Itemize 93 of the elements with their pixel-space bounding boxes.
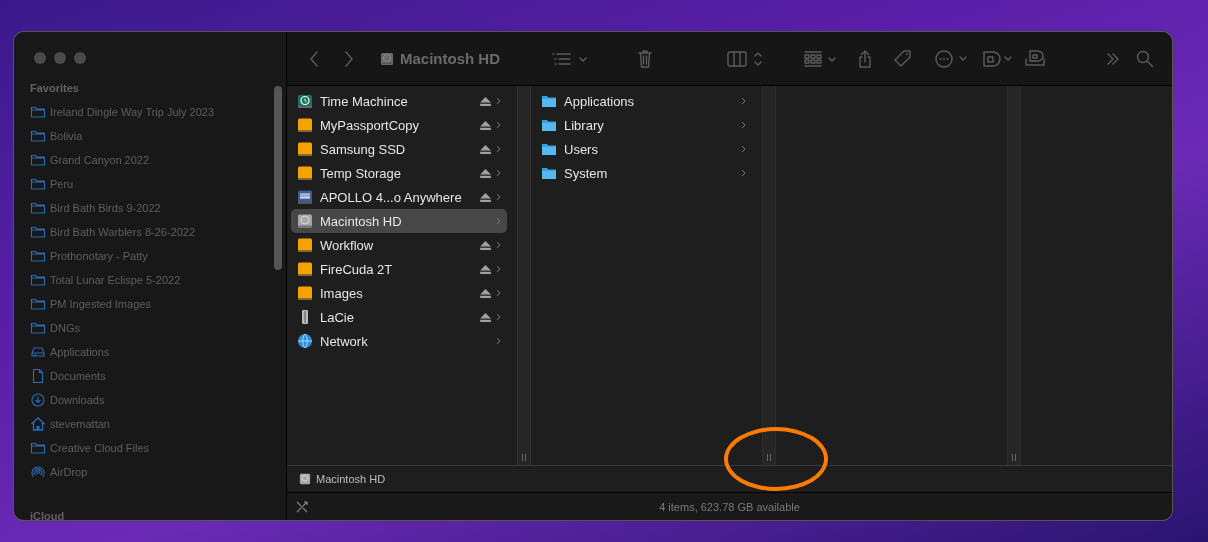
column-item[interactable]: Time Machince — [291, 89, 507, 113]
column-item[interactable]: Samsung SSD — [291, 137, 507, 161]
path-item[interactable]: Macintosh HD — [299, 473, 386, 485]
column-item[interactable]: Users — [535, 137, 752, 161]
column-item[interactable]: LaCie — [291, 305, 507, 329]
column-resize-handle[interactable] — [517, 86, 531, 465]
search-icon[interactable] — [1136, 49, 1154, 68]
label-icon[interactable] — [982, 48, 1012, 69]
column-item[interactable]: Applications — [535, 89, 752, 113]
clock-drive-icon — [297, 93, 313, 109]
eject-icon[interactable] — [480, 96, 491, 106]
chevron-icon — [496, 241, 501, 249]
share-icon[interactable] — [857, 48, 873, 69]
sidebar-section-title: iCloud — [30, 510, 66, 520]
chevron-icon — [496, 169, 501, 177]
eject-icon[interactable] — [480, 240, 491, 250]
column-resize-handle[interactable] — [1007, 86, 1021, 465]
chevron-icon — [496, 217, 501, 225]
eject-icon[interactable] — [480, 288, 491, 298]
folder-icon — [30, 128, 46, 144]
column-item[interactable]: FireCuda 2T — [291, 257, 507, 281]
chevron-icon — [496, 193, 501, 201]
document-icon — [30, 368, 46, 384]
chevron-icon — [496, 313, 501, 321]
status-text: 4 items, 623.78 GB available — [658, 500, 801, 513]
column-item[interactable]: System — [535, 161, 752, 185]
folder-icon — [30, 200, 46, 216]
drive-icon[interactable] — [1024, 48, 1046, 69]
chevron-icon — [496, 145, 501, 153]
hard-drive-icon — [380, 51, 394, 66]
folder-icon — [30, 224, 46, 240]
drive-icon — [30, 344, 46, 360]
chevron-icon — [496, 97, 501, 105]
device-drive-icon — [297, 189, 313, 205]
folder-icon — [30, 440, 46, 456]
chevron-icon — [496, 337, 501, 345]
close-button[interactable] — [34, 52, 46, 64]
folder-icon — [541, 165, 557, 181]
scrollbar[interactable] — [274, 86, 282, 270]
external-drive-icon — [297, 117, 313, 133]
eject-icon[interactable] — [480, 120, 491, 130]
eject-icon[interactable] — [480, 264, 491, 274]
column-item[interactable]: Temp Storage — [291, 161, 507, 185]
chevron-icon — [496, 265, 501, 273]
chevron-icon — [741, 145, 746, 153]
chevron-icon — [496, 289, 501, 297]
eject-icon[interactable] — [480, 144, 491, 154]
external-drive-icon — [297, 261, 313, 277]
folder-icon — [30, 248, 46, 264]
eject-icon[interactable] — [480, 312, 491, 322]
chevron-icon — [496, 121, 501, 129]
external-drive-icon — [297, 237, 313, 253]
back-icon[interactable] — [309, 49, 319, 68]
minimize-button[interactable] — [54, 52, 66, 64]
external-drive-icon — [297, 141, 313, 157]
folder-icon — [30, 272, 46, 288]
forward-icon[interactable] — [344, 49, 354, 68]
column-item[interactable]: APOLLO 4...o Anywhere — [291, 185, 507, 209]
folder-icon — [30, 152, 46, 168]
trash-icon[interactable] — [637, 48, 653, 69]
download-icon — [30, 392, 46, 408]
hard-drive-icon — [297, 213, 313, 229]
external-drive-icon — [297, 285, 313, 301]
folder-icon — [30, 320, 46, 336]
column-item[interactable]: MyPassportCopy — [291, 113, 507, 137]
tag-icon[interactable] — [893, 48, 913, 69]
folder-icon — [541, 93, 557, 109]
eject-icon[interactable] — [480, 168, 491, 178]
collapse-icon[interactable] — [296, 500, 308, 513]
column-resize-handle[interactable] — [762, 86, 776, 465]
eject-icon[interactable] — [480, 192, 491, 202]
column-item[interactable]: Images — [291, 281, 507, 305]
hard-drive-icon — [299, 473, 311, 485]
chevron-icon — [741, 169, 746, 177]
window-title: Macintosh HD — [400, 50, 500, 67]
airdrop-icon — [30, 464, 46, 480]
column-item[interactable]: Macintosh HD — [291, 209, 507, 233]
column-item[interactable]: Library — [535, 113, 752, 137]
folder-icon — [30, 104, 46, 120]
chevron-icon — [741, 121, 746, 129]
home-icon — [30, 416, 46, 432]
sidebar-section-title: Favorites — [30, 82, 80, 94]
zoom-button[interactable] — [74, 52, 86, 64]
column-view-icon[interactable] — [727, 49, 763, 68]
column-item[interactable]: Workflow — [291, 233, 507, 257]
folder-icon — [30, 296, 46, 312]
folder-icon — [541, 117, 557, 133]
folder-icon — [30, 176, 46, 192]
chevron-icon — [741, 97, 746, 105]
folder-icon — [541, 141, 557, 157]
external-drive-icon — [297, 165, 313, 181]
column-item[interactable]: Network — [291, 329, 507, 353]
globe-icon — [297, 333, 313, 349]
